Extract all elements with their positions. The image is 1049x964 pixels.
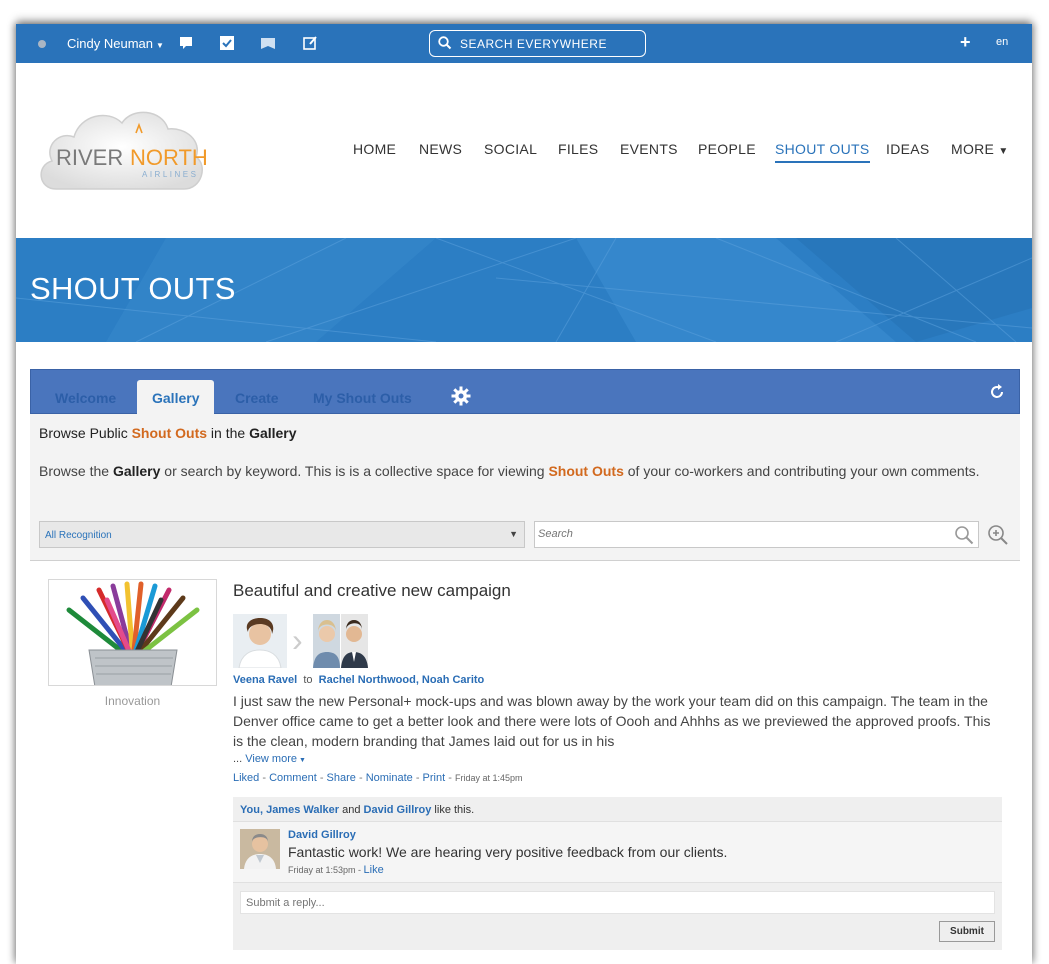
advanced-search-icon[interactable]	[987, 524, 1009, 546]
top-bar: Cindy Neuman ▼ SEARCH EVERYWHERE + en	[16, 24, 1032, 63]
nav-more[interactable]: MORE ▼	[951, 141, 1009, 157]
global-search-label: SEARCH EVERYWHERE	[460, 37, 607, 51]
nav-shout-outs[interactable]: SHOUT OUTS	[775, 141, 870, 163]
description-text: Browse the	[39, 463, 113, 479]
nav-social[interactable]: SOCIAL	[484, 141, 537, 157]
liked-link[interactable]: Liked	[233, 772, 259, 784]
nav-news[interactable]: NEWS	[419, 141, 462, 157]
colored-pencils-image	[49, 580, 216, 685]
likers-link[interactable]: You, James Walker	[240, 804, 339, 816]
filter-selected-value: All Recognition	[45, 530, 112, 541]
sender-link[interactable]: Veena Ravel	[233, 674, 297, 686]
recognition-filter-select[interactable]: All Recognition ▼	[39, 521, 525, 548]
post-timestamp: Friday at 1:45pm	[454, 773, 523, 783]
recipients-link[interactable]: Rachel Northwood, Noah Carito	[319, 674, 485, 686]
nav-home[interactable]: HOME	[353, 141, 396, 157]
share-link[interactable]: Share	[327, 772, 356, 784]
sender-avatar[interactable]	[233, 614, 287, 668]
recipient-avatar[interactable]	[313, 614, 340, 668]
likes-summary: You, James Walker and David Gillroy like…	[240, 804, 474, 816]
post-title: Beautiful and creative new campaign	[233, 581, 511, 600]
search-icon[interactable]	[954, 525, 974, 545]
nav-people[interactable]: PEOPLE	[698, 141, 756, 157]
heading-text: Browse Public	[39, 425, 132, 441]
flag-icon[interactable]	[260, 35, 276, 51]
description-text: or search by keyword. This is is a colle…	[160, 463, 549, 479]
page-title: SHOUT OUTS	[30, 271, 236, 306]
to-label: to	[303, 674, 313, 686]
global-search[interactable]: SEARCH EVERYWHERE	[429, 30, 646, 57]
language-selector[interactable]: en	[996, 36, 1008, 48]
category-image[interactable]	[48, 579, 217, 686]
caret-down-icon: ▼	[297, 757, 306, 764]
post-body: I just saw the new Personal+ mock-ups an…	[233, 693, 991, 749]
shout-outs-panel: Welcome Gallery Create My Shout Outs Bro…	[30, 369, 1020, 561]
tab-welcome[interactable]: Welcome	[55, 390, 116, 406]
ellipsis: ...	[233, 753, 246, 765]
comment-like-link[interactable]: Like	[364, 864, 384, 876]
view-more-link[interactable]: View more	[245, 753, 297, 765]
commenter-name-link[interactable]: David Gillroy	[288, 829, 356, 841]
comment-link[interactable]: Comment	[269, 772, 317, 784]
comment-timestamp: Friday at 1:53pm	[288, 865, 356, 875]
gallery-description: Browse the Gallery or search by keyword.…	[39, 463, 979, 479]
heading-gallery: Gallery	[249, 425, 297, 441]
main-nav: HOME NEWS SOCIAL FILES EVENTS PEOPLE SHO…	[16, 141, 1032, 165]
tab-create[interactable]: Create	[235, 390, 279, 406]
page-banner: SHOUT OUTS	[16, 238, 1032, 342]
description-text: of your co-workers and contributing your…	[623, 463, 980, 479]
comment-meta: Friday at 1:53pm - Like	[288, 864, 384, 876]
comment-item: David Gillroy Fantastic work! We are hea…	[233, 821, 1002, 883]
chat-icon[interactable]	[178, 35, 194, 51]
browser-frame: Cindy Neuman ▼ SEARCH EVERYWHERE + en RIV…	[16, 24, 1032, 964]
category-label: Innovation	[104, 694, 161, 708]
search-icon	[438, 36, 452, 50]
caret-down-icon: ▼	[998, 146, 1009, 157]
description-shout-outs: Shout Outs	[548, 463, 624, 479]
refresh-icon[interactable]	[987, 382, 1007, 402]
gallery-search	[534, 521, 979, 548]
user-name: Cindy Neuman	[67, 36, 153, 51]
likes-suffix-text: like this.	[431, 804, 475, 816]
gallery-search-input[interactable]	[538, 528, 938, 540]
checkbox-icon[interactable]	[219, 35, 235, 51]
recipient-avatar[interactable]	[341, 614, 368, 668]
add-icon[interactable]: +	[960, 32, 971, 53]
user-menu[interactable]: Cindy Neuman ▼	[67, 36, 164, 51]
post-participants: Veena Ravel to Rachel Northwood, Noah Ca…	[233, 674, 484, 686]
nav-more-label: MORE	[951, 141, 995, 157]
tab-gallery[interactable]: Gallery	[137, 380, 215, 415]
commenter-avatar[interactable]	[240, 829, 280, 869]
submit-button[interactable]: Submit	[939, 921, 995, 942]
chevron-right-icon: ›	[292, 622, 303, 658]
print-link[interactable]: Print	[423, 772, 446, 784]
gallery-heading: Browse Public Shout Outs in the Gallery	[39, 425, 297, 441]
comments-section: You, James Walker and David Gillroy like…	[233, 797, 1002, 950]
dropdown-arrow-icon: ▼	[509, 529, 518, 539]
tab-my-shout-outs[interactable]: My Shout Outs	[313, 390, 412, 406]
view-more-row: ... View more ▼	[233, 753, 306, 765]
post-actions: Liked - Comment - Share - Nominate - Pri…	[233, 772, 523, 784]
nav-files[interactable]: FILES	[558, 141, 598, 157]
status-dot-icon	[38, 40, 46, 48]
heading-shout-outs: Shout Outs	[131, 425, 208, 441]
tab-bar: Welcome Gallery Create My Shout Outs	[30, 369, 1020, 415]
edit-icon[interactable]	[302, 35, 318, 51]
description-gallery: Gallery	[112, 463, 161, 479]
gear-icon[interactable]	[451, 386, 471, 406]
logo-text-airlines: AIRLINES	[142, 170, 198, 179]
heading-text: in the	[207, 425, 250, 441]
nav-ideas[interactable]: IDEAS	[886, 141, 930, 157]
likes-and-text: and	[339, 804, 364, 816]
reply-box	[240, 891, 995, 914]
nav-events[interactable]: EVENTS	[620, 141, 678, 157]
reply-input[interactable]	[241, 892, 994, 913]
nominate-link[interactable]: Nominate	[366, 772, 413, 784]
comment-text: Fantastic work! We are hearing very posi…	[288, 844, 728, 860]
liker-link[interactable]: David Gillroy	[364, 804, 432, 816]
caret-down-icon: ▼	[156, 41, 164, 50]
